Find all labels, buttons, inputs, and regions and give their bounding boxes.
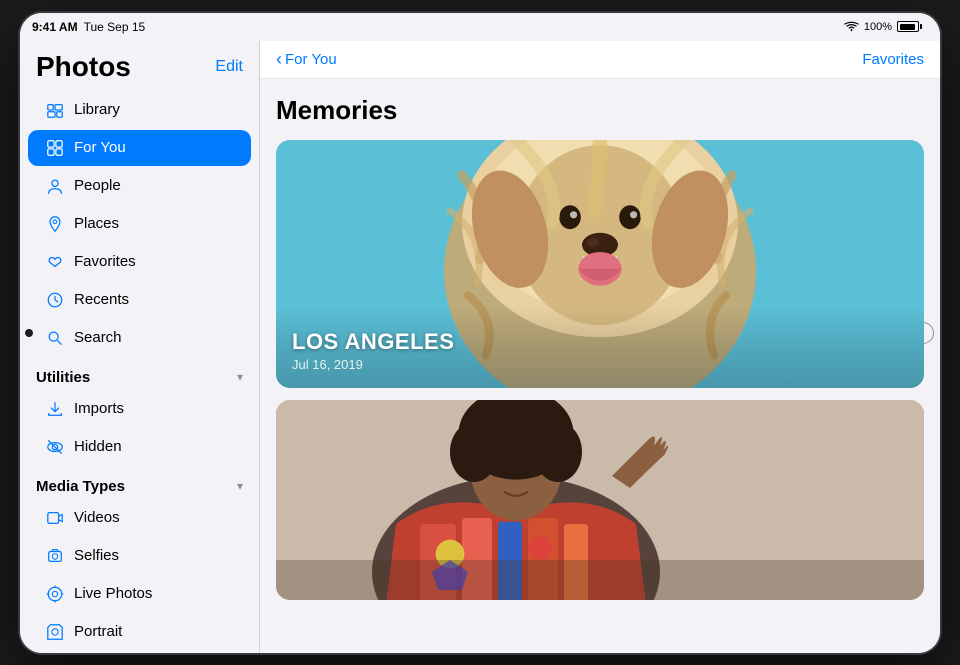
- sidebar-item-imports[interactable]: Imports: [28, 391, 251, 427]
- main-area: Photos Edit Library: [20, 41, 940, 653]
- sidebar-title: Photos: [36, 51, 131, 83]
- utilities-chevron: ▾: [237, 370, 243, 384]
- sidebar-item-label-hidden: Hidden: [74, 438, 122, 455]
- back-label: For You: [285, 51, 337, 68]
- search-icon: [44, 327, 66, 349]
- battery-icon: [897, 21, 922, 32]
- back-chevron-icon: ‹: [276, 49, 282, 70]
- sidebar-item-people[interactable]: People: [28, 168, 251, 204]
- left-dot: [25, 329, 33, 337]
- sidebar-item-label-selfies: Selfies: [74, 547, 119, 564]
- sidebar-item-label-library: Library: [74, 101, 120, 118]
- sidebar-item-label-videos: Videos: [74, 509, 120, 526]
- memory-card-image-1: LOS ANGELES Jul 16, 2019: [276, 140, 924, 388]
- sidebar-item-label-places: Places: [74, 215, 119, 232]
- recents-icon: [44, 289, 66, 311]
- media-types-section-header[interactable]: Media Types ▾: [20, 466, 259, 499]
- memory-card-portrait[interactable]: [276, 400, 924, 600]
- battery-percent: 100%: [864, 21, 892, 33]
- utilities-section-header[interactable]: Utilities ▾: [20, 357, 259, 390]
- sidebar-item-favorites[interactable]: Favorites: [28, 244, 251, 280]
- hidden-icon: [44, 436, 66, 458]
- sidebar-item-label-foryou: For You: [74, 139, 126, 156]
- media-types-title: Media Types: [36, 478, 125, 495]
- sidebar-header: Photos Edit: [20, 41, 259, 91]
- favorites-icon: [44, 251, 66, 273]
- sidebar-item-selfies[interactable]: Selfies: [28, 538, 251, 574]
- memory-date: Jul 16, 2019: [292, 357, 454, 372]
- favorites-nav-button[interactable]: Favorites: [862, 51, 924, 68]
- sidebar-item-label-people: People: [74, 177, 121, 194]
- sidebar-item-search[interactable]: Search: [28, 320, 251, 356]
- memory-location: LOS ANGELES: [292, 329, 454, 355]
- edit-button[interactable]: Edit: [215, 58, 243, 76]
- sidebar: Photos Edit Library: [20, 41, 260, 653]
- for-you-icon: [44, 137, 66, 159]
- back-button[interactable]: ‹ For You: [276, 49, 337, 70]
- selfies-icon: [44, 545, 66, 567]
- memory-card-image-2: [276, 400, 924, 600]
- status-bar: 9:41 AM Tue Sep 15 100%: [20, 13, 940, 41]
- places-icon: [44, 213, 66, 235]
- sidebar-item-library[interactable]: Library: [28, 92, 251, 128]
- sidebar-item-portrait[interactable]: Portrait: [28, 614, 251, 650]
- ipad-frame: 9:41 AM Tue Sep 15 100%: [20, 13, 940, 653]
- content-nav: ‹ For You Favorites: [260, 41, 940, 79]
- imports-icon: [44, 398, 66, 420]
- sidebar-item-label-portrait: Portrait: [74, 623, 122, 640]
- content-body: Memories: [260, 79, 940, 653]
- utilities-title: Utilities: [36, 369, 90, 386]
- memories-title: Memories: [276, 95, 924, 126]
- status-time: 9:41 AM: [32, 20, 78, 34]
- memory-card-los-angeles[interactable]: LOS ANGELES Jul 16, 2019: [276, 140, 924, 388]
- sidebar-item-label-search: Search: [74, 329, 122, 346]
- sidebar-item-videos[interactable]: Videos: [28, 500, 251, 536]
- sidebar-item-for-you[interactable]: For You: [28, 130, 251, 166]
- wifi-icon: [844, 21, 859, 32]
- portrait-icon: [44, 621, 66, 643]
- sidebar-item-recents[interactable]: Recents: [28, 282, 251, 318]
- status-right: 100%: [844, 21, 922, 33]
- sidebar-item-label-recents: Recents: [74, 291, 129, 308]
- sidebar-item-places[interactable]: Places: [28, 206, 251, 242]
- sidebar-item-hidden[interactable]: Hidden: [28, 429, 251, 465]
- memory-caption-1: LOS ANGELES Jul 16, 2019: [292, 329, 454, 372]
- live-photos-icon: [44, 583, 66, 605]
- people-icon: [44, 175, 66, 197]
- sidebar-item-live-photos[interactable]: Live Photos: [28, 576, 251, 612]
- videos-icon: [44, 507, 66, 529]
- sidebar-item-label-imports: Imports: [74, 400, 124, 417]
- status-date: Tue Sep 15: [84, 20, 146, 34]
- library-icon: [44, 99, 66, 121]
- person-illustration: [276, 400, 924, 600]
- media-types-chevron: ▾: [237, 479, 243, 493]
- sidebar-item-long-exposure[interactable]: Long Exposure: [28, 652, 251, 653]
- sidebar-item-label-favorites: Favorites: [74, 253, 136, 270]
- content-area: ‹ For You Favorites Memories: [260, 41, 940, 653]
- sidebar-item-label-live-photos: Live Photos: [74, 585, 152, 602]
